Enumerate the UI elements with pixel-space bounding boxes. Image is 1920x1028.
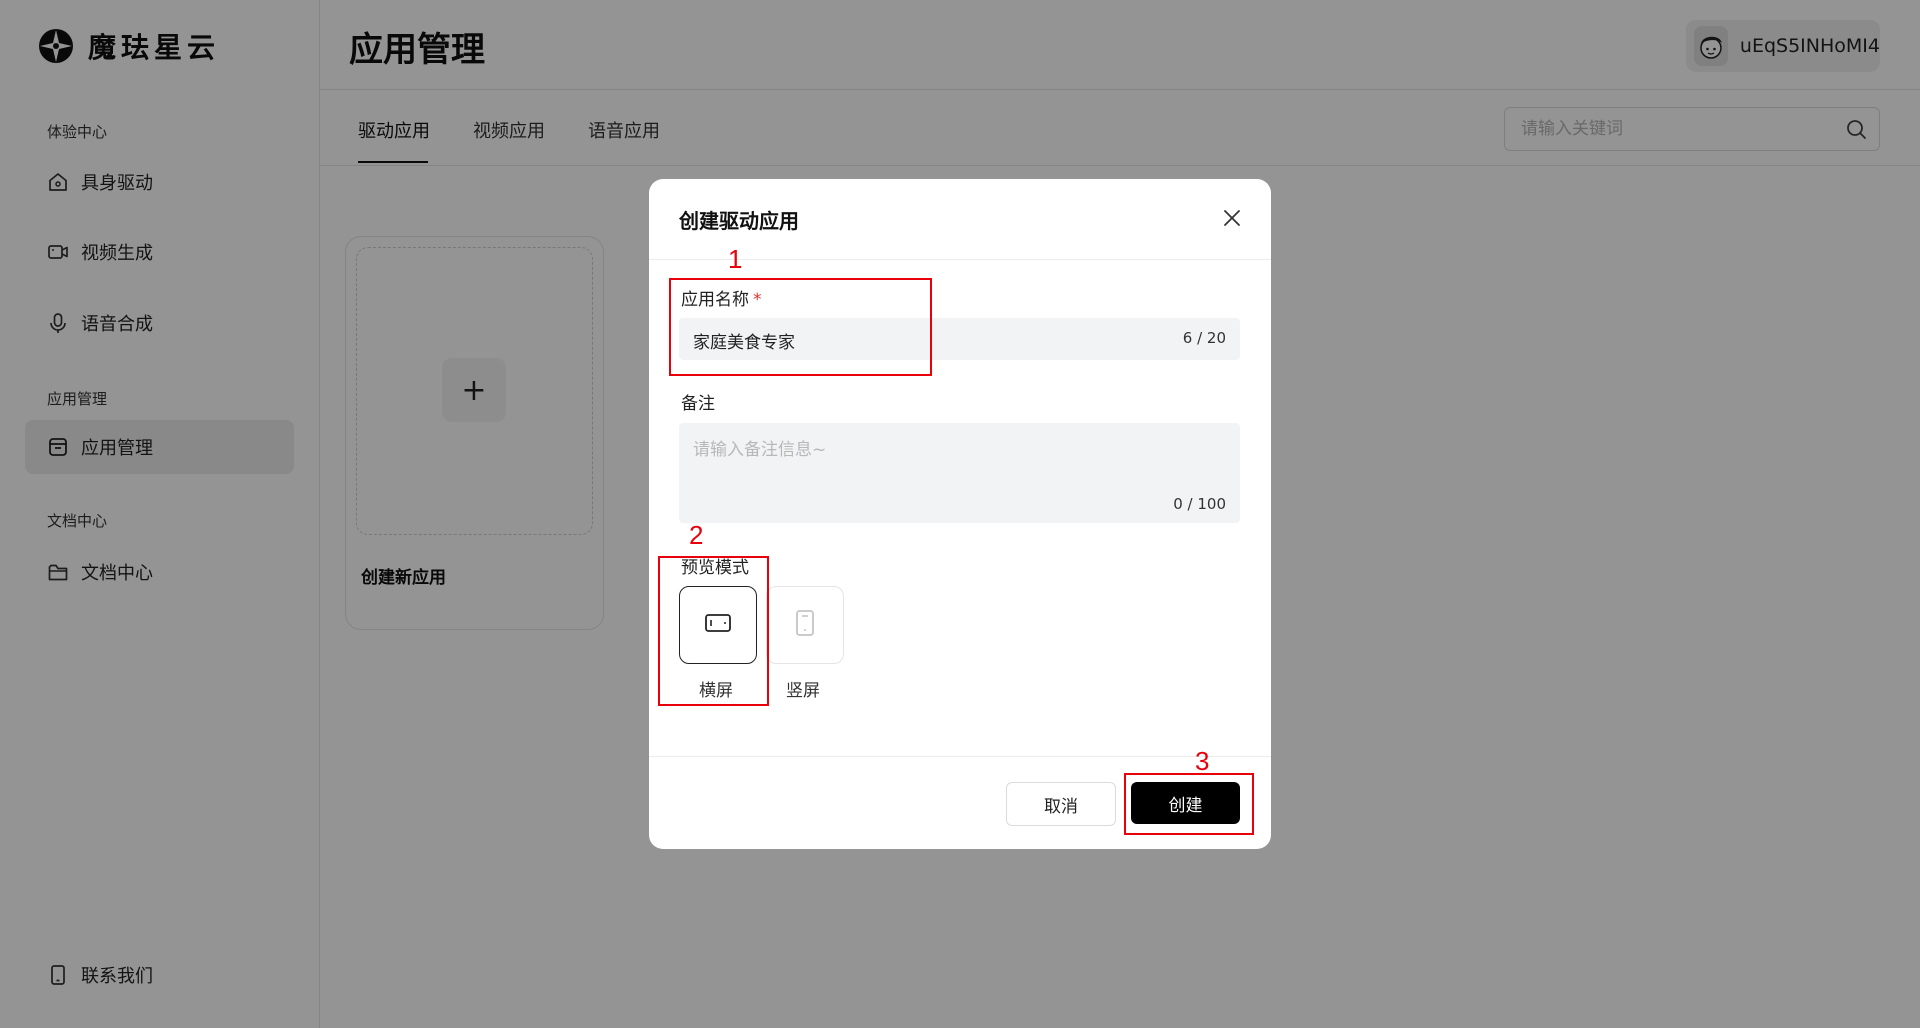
dialog-title: 创建驱动应用: [679, 209, 799, 233]
close-icon[interactable]: [1221, 207, 1243, 229]
note-placeholder: 请输入备注信息~: [693, 440, 827, 460]
note-counter: 0 / 100: [1173, 495, 1226, 513]
annotation-number-1: 1: [728, 244, 743, 274]
annotation-number-3: 3: [1195, 746, 1210, 776]
portrait-device-icon: [794, 609, 816, 641]
note-textarea[interactable]: 请输入备注信息~ 0 / 100: [679, 423, 1240, 523]
annotation-number-2: 2: [689, 520, 704, 550]
annotation-box-3: [1124, 773, 1254, 835]
portrait-mode-label: 竖屏: [786, 681, 820, 701]
note-label: 备注: [681, 394, 715, 414]
app-name-counter: 6 / 20: [1182, 329, 1226, 347]
cancel-button[interactable]: 取消: [1006, 782, 1116, 826]
dialog-footer-divider: [649, 756, 1271, 757]
portrait-mode-option[interactable]: [766, 586, 844, 664]
annotation-box-1: [669, 278, 932, 376]
annotation-box-2: [658, 556, 769, 706]
